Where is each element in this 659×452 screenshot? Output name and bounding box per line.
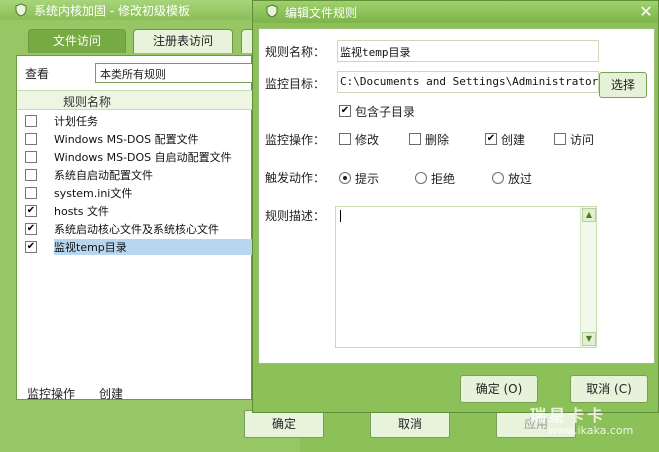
list-item-label: 计划任务 (54, 115, 98, 128)
action-prompt-label: 提示 (355, 172, 380, 186)
text-caret (340, 210, 341, 222)
list-item-checkbox[interactable]: ✔ (25, 241, 37, 253)
list-item[interactable]: ✔ hosts 文件 (17, 202, 253, 220)
background-title: 系统内核加固 - 修改初级模板 (34, 4, 190, 18)
tab-file-access[interactable]: 文件访问 (28, 29, 126, 53)
rule-description-textarea[interactable]: ▲ ▼ (335, 206, 597, 348)
monitor-target-input[interactable]: C:\Documents and Settings\Administrator\… (337, 71, 599, 93)
list-item-label: 监视temp目录 (54, 239, 254, 255)
include-subdir-checkbox[interactable]: ✔ (339, 105, 351, 117)
column-rule-name: 规则名称 (63, 95, 112, 109)
list-item-checkbox[interactable]: ✔ (25, 223, 37, 235)
tab-registry-access[interactable]: 注册表访问 (133, 29, 233, 53)
bg-ok-button[interactable]: 确定 (244, 410, 324, 438)
desc-label: 规则描述： (265, 209, 326, 223)
monitor-target-label: 监控目标： (265, 77, 326, 91)
op-delete-checkbox[interactable] (409, 133, 421, 145)
list-item-label: hosts 文件 (54, 205, 109, 218)
scroll-down-icon[interactable]: ▼ (582, 332, 596, 346)
op-modify-checkbox[interactable] (339, 133, 351, 145)
list-item[interactable]: Windows MS-DOS 自启动配置文件 (17, 148, 253, 166)
dialog-title-bar: 编辑文件规则 ✕ (253, 1, 658, 23)
scroll-up-icon[interactable]: ▲ (582, 208, 596, 222)
action-prompt-radio[interactable] (339, 172, 351, 184)
list-item[interactable]: ✔ 系统启动核心文件及系统核心文件 (17, 220, 253, 238)
action-allow-label: 放过 (508, 172, 533, 186)
monitor-ops-label: 监控操作： (265, 133, 326, 147)
list-item-checkbox[interactable] (25, 115, 37, 127)
op-delete-label: 删除 (425, 133, 450, 147)
dialog-title: 编辑文件规则 (285, 6, 358, 20)
bg-cancel-button[interactable]: 取消 (370, 410, 450, 438)
list-item-checkbox[interactable]: ✔ (25, 205, 37, 217)
list-item-label: system.ini文件 (54, 187, 133, 200)
trigger-label: 触发动作： (265, 171, 326, 185)
view-select[interactable]: 本类所有规则 (95, 63, 255, 83)
rule-name-label: 规则名称： (265, 45, 326, 59)
monitor-op-value: 创建 (99, 387, 124, 401)
ok-button[interactable]: 确定 (O) (460, 375, 538, 403)
list-header: 规则名称 (17, 90, 253, 110)
list-item-checkbox[interactable] (25, 169, 37, 181)
action-deny-label: 拒绝 (431, 172, 456, 186)
cancel-button[interactable]: 取消 (C) (570, 375, 648, 403)
view-label: 查看 (25, 67, 50, 81)
shield-icon (15, 3, 27, 17)
description-scrollbar[interactable]: ▲ ▼ (580, 207, 596, 347)
close-icon[interactable]: ✕ (636, 2, 656, 22)
monitor-op-label: 监控操作 (27, 387, 76, 401)
rule-name-input[interactable]: 监视temp目录 (337, 40, 599, 62)
edit-file-rule-dialog: 编辑文件规则 ✕ 规则名称： 监视temp目录 监控目标： C:\Documen… (252, 0, 659, 413)
choose-button[interactable]: 选择 (599, 72, 647, 98)
list-item[interactable]: system.ini文件 (17, 184, 253, 202)
include-subdir-label: 包含子目录 (355, 105, 416, 119)
rule-list-panel: 查看 本类所有规则 规则名称 计划任务 Windows MS-DOS 配置文件 Wi… (16, 55, 255, 401)
list-item-checkbox[interactable] (25, 187, 37, 199)
watermark-url: www.ikaka.com (548, 424, 634, 437)
list-item[interactable]: Windows MS-DOS 配置文件 (17, 130, 253, 148)
op-access-checkbox[interactable] (554, 133, 566, 145)
list-item-checkbox[interactable] (25, 151, 37, 163)
watermark-logo: 瑞星卡卡 (530, 406, 607, 425)
op-modify-label: 修改 (355, 133, 380, 147)
list-item-checkbox[interactable] (25, 133, 37, 145)
list-item-label: Windows MS-DOS 配置文件 (54, 133, 199, 146)
list-item-label: 系统启动核心文件及系统核心文件 (54, 223, 219, 236)
op-access-label: 访问 (570, 133, 595, 147)
list-item[interactable]: 计划任务 (17, 112, 253, 130)
list-item[interactable]: ✔ 监视temp目录 (17, 238, 254, 256)
op-create-label: 创建 (501, 133, 526, 147)
action-deny-radio[interactable] (415, 172, 427, 184)
list-item[interactable]: 系统自启动配置文件 (17, 166, 253, 184)
list-item-label: Windows MS-DOS 自启动配置文件 (54, 151, 232, 164)
op-create-checkbox[interactable]: ✔ (485, 133, 497, 145)
list-item-label: 系统自启动配置文件 (54, 169, 153, 182)
shield-icon (266, 4, 278, 18)
action-allow-radio[interactable] (492, 172, 504, 184)
